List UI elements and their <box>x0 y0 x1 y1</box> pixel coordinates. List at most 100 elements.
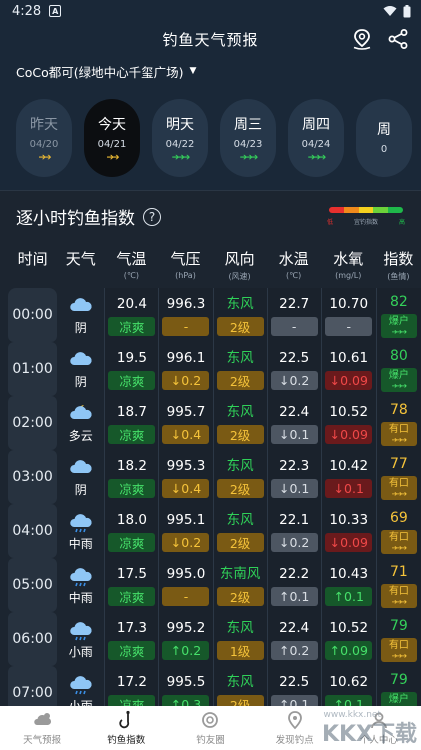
location-pin-icon <box>287 711 302 730</box>
column-header: 时间 <box>8 248 57 269</box>
weather-text: 阴 <box>74 374 87 389</box>
hourly-index-header: 逐小时钓鱼指数 ? 低 宜钓指数 高 <box>0 190 421 242</box>
rain-icon <box>69 567 92 586</box>
nav-item-camera[interactable]: 钓友圈 <box>175 710 245 746</box>
oxygen-cell-tag: ↓0.1 <box>325 479 373 498</box>
day-pill[interactable]: 今天 04/21 ➔➔ <box>84 99 140 177</box>
temperature-cell-value: 18.2 <box>116 458 147 474</box>
temperature-cell-value: 19.5 <box>116 350 147 366</box>
water-temp-cell: 22.3 ↓0.1 <box>266 450 321 504</box>
fishing-index-label: 有口 <box>388 532 409 543</box>
legend-segment <box>388 207 403 213</box>
share-icon[interactable] <box>387 28 409 50</box>
wifi-icon <box>383 6 397 16</box>
cloud-icon <box>69 297 92 311</box>
oxygen-cell-tag: ↓0.09 <box>325 425 373 444</box>
wind-cell-tag: 2级 <box>216 479 264 498</box>
map-pin-icon[interactable] <box>351 28 373 50</box>
time-cell: 04:00 <box>8 504 58 558</box>
day-trend-arrows: ➔➔➔ <box>239 152 259 163</box>
fishing-index-arrows: ➔➔➔ <box>391 328 408 336</box>
page-title: 钓鱼天气预报 <box>162 30 259 49</box>
wind-cell-tag: 2级 <box>216 317 264 336</box>
day-date: 04/22 <box>165 138 195 150</box>
temperature-cell-value: 17.5 <box>116 566 147 582</box>
status-bar: 4:28 A <box>0 0 421 22</box>
oxygen-cell: 10.52 ↑0.09 <box>320 612 376 666</box>
fishing-index-value: 78 <box>389 402 408 418</box>
day-date: 04/23 <box>233 138 263 150</box>
water-temp-cell-tag: - <box>270 317 318 336</box>
water-temp-cell-value: 22.2 <box>279 566 310 582</box>
column-unit: (℃) <box>286 271 302 280</box>
time-cell: 02:00 <box>8 396 58 450</box>
day-pill[interactable]: 昨天 04/20 ➔➔ <box>16 99 72 177</box>
section-title: 逐小时钓鱼指数 <box>16 209 135 229</box>
oxygen-cell-value: 10.42 <box>329 458 369 474</box>
wind-cell: 东风 2级 <box>212 342 267 396</box>
legend-mid-label: 宜钓指数 <box>353 219 378 226</box>
nav-item-fishing-hook[interactable]: 钓鱼指数 <box>91 710 161 746</box>
wind-cell: 东风 2级 <box>212 450 267 504</box>
fishing-index-cell: 80 爆户 ➔➔➔ <box>375 342 421 396</box>
legend-segment <box>358 207 374 213</box>
weather-text: 阴 <box>74 482 87 497</box>
day-trend-arrows: ➔➔ <box>106 152 119 163</box>
cloud-icon <box>69 459 92 473</box>
wind-cell-tag: 2级 <box>216 695 264 706</box>
pressure-cell-tag: ↑0.2 <box>162 641 210 660</box>
day-name: 周三 <box>234 116 262 133</box>
location-selector[interactable]: CoCo都可(绿地中心千玺广场) ▼ <box>0 56 421 86</box>
fishing-index-cell: 78 有口 ➔➔➔ <box>375 396 421 450</box>
fishing-index-arrows: ➔➔➔ <box>391 598 408 606</box>
table-row: 01:00 阴 19.5 凉爽 996.1 ↓0.2 东风 2级 22.5 ↓0.2 10.61 ↓0… <box>0 342 421 396</box>
help-icon[interactable]: ? <box>143 207 161 226</box>
weather-cell: 中雨 <box>57 504 104 558</box>
water-temp-cell-tag: ↑0.1 <box>270 695 318 706</box>
fishing-index-cell: 79 有口 ➔➔➔ <box>375 612 421 666</box>
wind-cell: 东风 2级 <box>212 504 267 558</box>
temperature-cell-value: 20.4 <box>116 296 147 312</box>
time-cell: 07:00 <box>8 666 58 706</box>
oxygen-cell: 10.43 ↑0.1 <box>320 558 376 612</box>
temperature-cell-value: 18.0 <box>116 512 147 528</box>
rain-icon <box>69 621 92 640</box>
nav-item-weather[interactable]: 天气预报 <box>7 710 77 746</box>
pressure-cell: 995.1 ↓0.2 <box>158 504 213 558</box>
column-title: 水温 <box>278 250 309 268</box>
nav-label: 钓鱼指数 <box>107 735 146 746</box>
temperature-cell-value: 17.2 <box>116 674 147 690</box>
wind-cell-tag: 2级 <box>216 533 264 552</box>
pressure-cell: 995.0 - <box>158 558 213 612</box>
nav-item-location-pin[interactable]: 发现钓点 <box>260 710 330 746</box>
weather-cell: 小雨 <box>57 666 104 706</box>
rain-icon <box>69 513 92 532</box>
wind-cell-value: 东风 <box>226 404 254 420</box>
day-name: 昨天 <box>30 116 58 133</box>
time-cell: 03:00 <box>8 450 58 504</box>
day-name: 今天 <box>98 116 126 133</box>
fishing-index-label: 爆户 <box>388 694 409 705</box>
water-temp-cell-tag: ↑0.2 <box>270 641 318 660</box>
oxygen-cell-value: 10.52 <box>329 620 369 636</box>
column-title: 气温 <box>116 250 147 268</box>
day-date: 0 <box>380 143 388 155</box>
oxygen-cell: 10.42 ↓0.1 <box>320 450 376 504</box>
wind-cell: 东风 2级 <box>212 666 267 706</box>
water-temp-cell-value: 22.1 <box>279 512 310 528</box>
day-pill[interactable]: 周四 04/24 ➔➔➔ <box>288 99 344 177</box>
table-row: 04:00 中雨 18.0 凉爽 995.1 ↓0.2 东风 2级 22.1 ↓0.2 10.33 ↓… <box>0 504 421 558</box>
weather-text: 小雨 <box>68 644 93 659</box>
fishing-index-arrows: ➔➔➔ <box>391 382 408 390</box>
wind-cell-value: 东风 <box>226 620 254 636</box>
pressure-cell: 996.1 ↓0.2 <box>158 342 213 396</box>
hourly-table: 00:00 阴 20.4 凉爽 996.3- 东风 2级 22.7-10.70-82 爆户 ➔➔➔… <box>0 288 421 706</box>
cloud-icon <box>69 351 92 365</box>
day-pill[interactable]: 明天 04/22 ➔➔➔ <box>152 99 208 177</box>
wind-cell-tag: 2级 <box>216 425 264 444</box>
weather-cell: 阴 <box>57 450 104 504</box>
day-pill[interactable]: 周0 <box>356 99 412 177</box>
fishing-index-cell: 69 有口 ➔➔➔ <box>375 504 421 558</box>
day-pill[interactable]: 周三 04/23 ➔➔➔ <box>220 99 276 177</box>
weather-cell: 阴 <box>57 342 104 396</box>
